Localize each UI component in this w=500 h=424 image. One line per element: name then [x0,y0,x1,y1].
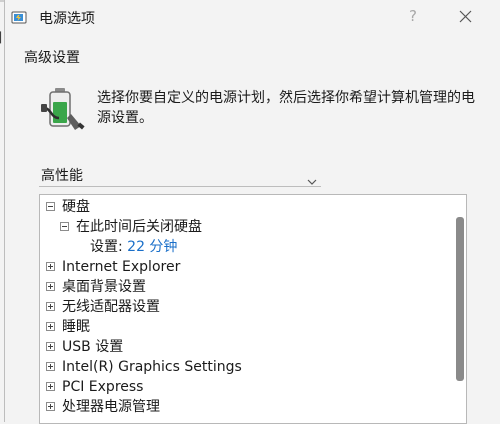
chevron-down-icon [307,170,317,189]
setting-label: 设置: [90,239,128,255]
close-icon [459,10,472,23]
collapse-icon[interactable] [60,222,69,231]
expand-icon[interactable] [46,302,55,311]
expand-icon[interactable] [46,382,55,391]
settings-tree[interactable]: 硬盘 在此时间后关闭硬盘 设置: 22 分钟 Internet Explorer… [39,194,467,424]
section-title: 高级设置 [24,50,80,66]
tree-item-label: PCI Express [62,379,144,395]
expand-icon[interactable] [46,362,55,371]
setting-value-link[interactable]: 22 分钟 [127,239,177,255]
title-bar[interactable]: 电源选项 ? [5,0,500,34]
tree-item-label: 硬盘 [62,199,90,215]
power-plan-icon [11,9,29,25]
expand-icon[interactable] [46,262,55,271]
expand-icon[interactable] [46,322,55,331]
tree-scrollbar[interactable] [456,217,464,381]
expand-icon[interactable] [46,342,55,351]
tree-item-label: USB 设置 [62,339,124,355]
tree-item-label: 桌面背景设置 [62,279,146,295]
collapse-icon[interactable] [46,202,55,211]
tree-item-label: 在此时间后关闭硬盘 [76,219,202,235]
power-options-dialog: 电源选项 ? 高级设置 选择你要自定义的电源计划，然后选择你希望计算机管理的电源… [4,0,500,424]
tree-item-label: 处理器电源管理 [62,399,160,415]
expand-icon[interactable] [46,282,55,291]
description-text: 选择你要自定义的电源计划，然后选择你希望计算机管理的电源设置。 [97,90,475,126]
expand-icon[interactable] [46,402,55,411]
tree-item-label: Internet Explorer [62,259,181,275]
power-plan-dropdown[interactable]: 高性能 [39,162,321,187]
window-title: 电源选项 [39,11,95,27]
help-button[interactable]: ? [403,6,423,26]
tree-item-label: Intel(R) Graphics Settings [62,359,242,375]
tree-item-label: 无线适配器设置 [62,299,160,315]
close-button[interactable] [453,5,479,29]
battery-plug-icon [41,86,85,132]
tree-item-setting[interactable]: 设置: 22 分钟 [90,237,177,257]
power-plan-selected: 高性能 [41,168,83,184]
tree-item-label: 睡眠 [62,319,90,335]
